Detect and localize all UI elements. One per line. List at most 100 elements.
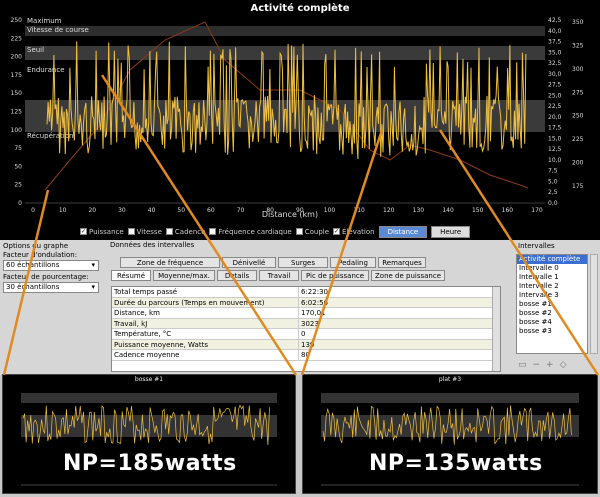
y-left-tick: 225 [11, 35, 23, 42]
zone-band [25, 46, 545, 60]
legend-item[interactable]: ✓ Puissance [80, 228, 124, 236]
legend-item[interactable]: Fréquence cardiaque [209, 227, 292, 236]
row-value: 0 [301, 330, 306, 338]
interval-data-title: Données des intervalles [110, 241, 195, 249]
legend-label: Fréquence cardiaque [218, 227, 292, 236]
intervals-list[interactable]: Activité complète Intervalle 0 Intervalle … [516, 254, 588, 354]
y-right2-tick: 200 [572, 160, 584, 167]
interval-list-item[interactable]: bosse #2 [517, 309, 587, 318]
y-left-tick: 50 [14, 163, 22, 170]
np-label-1: NP=185watts [63, 451, 237, 476]
x-tick: 70 [237, 207, 245, 214]
y-left-tick: 75 [14, 145, 22, 152]
row-value: 3023 [301, 319, 319, 328]
row-key: Distance, km [112, 308, 299, 318]
intervals-list-panel: Intervalles Activité complète Intervalle … [516, 240, 598, 375]
np-label-2: NP=135watts [369, 451, 543, 476]
x-tick: 50 [177, 207, 185, 214]
legend-label: Puissance [89, 227, 124, 236]
interval-data: Données des intervalles Zone de fréquenc… [108, 240, 508, 375]
axis-mode-button[interactable]: Distance [378, 225, 428, 238]
row-value: 6:22:30 [301, 288, 328, 296]
y-right2-tick: 175 [572, 183, 584, 190]
table-row: Température, °C 0 [112, 329, 500, 340]
interval-tab[interactable]: Pic de puissance [301, 270, 369, 281]
smoothing-select[interactable]: 60 échantillons [3, 260, 99, 271]
x-tick: 140 [442, 207, 454, 214]
zone-label: Seuil [27, 46, 44, 54]
interval-list-item[interactable]: Intervalle 1 [517, 273, 587, 282]
y-right1-tick: 17,5 [548, 125, 562, 132]
interval-list-item[interactable]: bosse #3 [517, 327, 587, 336]
interval-list-item[interactable]: Intervalle 2 [517, 282, 587, 291]
percent-select[interactable]: 30 échantillons [3, 282, 99, 293]
y-right1-tick: 35,0 [548, 49, 562, 56]
y-right1-tick: 0,0 [548, 200, 558, 207]
interval-tab[interactable]: Travail [259, 270, 299, 281]
y-right1-tick: 27,5 [548, 82, 562, 89]
axis-mode-button[interactable]: Heure [431, 225, 471, 238]
legend-checkbox[interactable]: ✓ [80, 228, 87, 235]
legend-checkbox[interactable]: ✓ [333, 228, 341, 235]
thumb-title-1: bosse #1 [134, 376, 164, 383]
y-right1-tick: 2,5 [548, 189, 558, 196]
y-left-tick: 150 [11, 90, 23, 97]
interval-list-item[interactable]: bosse #1 [517, 300, 587, 309]
interval-list-item[interactable]: Intervalle 0 [517, 264, 587, 273]
legend-item[interactable]: Cadence [165, 227, 206, 236]
legend-checkbox[interactable] [295, 228, 303, 235]
legend-item[interactable]: ✓ Élévation [333, 228, 375, 236]
zone-label: Endurance [27, 66, 65, 74]
legend-item[interactable]: Couple [295, 227, 330, 236]
y-left-tick: 125 [11, 109, 23, 116]
interval-list-item[interactable]: bosse #4 [517, 318, 587, 327]
row-value: 80 [301, 351, 310, 359]
y-right1-tick: 37,5 [548, 39, 562, 46]
y-right1-tick: 5,0 [548, 178, 558, 185]
legend-checkbox[interactable] [127, 228, 135, 235]
row-key: Puissance moyenne, Watts [112, 339, 299, 349]
y-right1-tick: 22,5 [548, 103, 562, 110]
row-value: 170,01 [301, 309, 326, 317]
y-right2-tick: 250 [572, 113, 584, 120]
zone-label: Vitesse de course [27, 26, 89, 34]
table-row: Puissance moyenne, Watts 139 [112, 339, 500, 350]
interval-panel: Options du graphe Facteur d'ondulation: … [0, 240, 600, 375]
table-row: Travail, kJ 3023 [112, 318, 500, 329]
row-key: Travail, kJ [112, 318, 299, 328]
table-scrollbar[interactable] [492, 287, 500, 371]
x-tick: 110 [353, 207, 365, 214]
y-left-tick: 100 [11, 127, 23, 134]
y-left-tick: 200 [11, 54, 23, 61]
legend-checkbox[interactable] [165, 228, 173, 235]
interval-tab[interactable]: Surges [278, 257, 328, 268]
thumb-chart-2: plat #3 NP=135watts [302, 374, 598, 494]
interval-tab[interactable]: Remarques [378, 257, 426, 268]
interval-list-item[interactable]: Activité complète [517, 255, 587, 264]
zone-label: Maximum [27, 17, 62, 25]
interval-tab[interactable]: Zone de fréquence cardiaque [120, 257, 220, 277]
list-toolbar[interactable]: ▭−+◇ [518, 360, 573, 370]
y-right1-tick: 12,5 [548, 146, 562, 153]
legend-label: Élévation [342, 227, 375, 236]
interval-list-item[interactable]: Intervalle 3 [517, 291, 587, 300]
interval-tab[interactable]: Zone de puissance [371, 270, 445, 281]
zone-band [21, 393, 277, 403]
legend-checkbox[interactable] [209, 228, 217, 235]
interval-tab[interactable]: Pedaling [330, 257, 376, 268]
interval-tab[interactable]: Résumé [111, 270, 151, 281]
interval-tab[interactable]: Details [217, 270, 257, 281]
legend-label: Cadence [174, 227, 206, 236]
interval-tab[interactable]: Moyenne/max. [153, 270, 215, 281]
y-right1-tick: 40,0 [548, 28, 562, 35]
interval-tab[interactable]: Dénivellé [222, 257, 276, 268]
x-tick: 60 [207, 207, 215, 214]
row-key: Cadence moyenne [112, 350, 299, 360]
legend-label: Vitesse [136, 227, 162, 236]
legend-label: Couple [304, 227, 330, 236]
list-scrollbar[interactable] [590, 254, 598, 354]
chart-title: Activité complète [250, 2, 349, 14]
zone-band [321, 393, 579, 403]
legend-item[interactable]: Vitesse [127, 227, 162, 236]
x-tick: 150 [472, 207, 484, 214]
